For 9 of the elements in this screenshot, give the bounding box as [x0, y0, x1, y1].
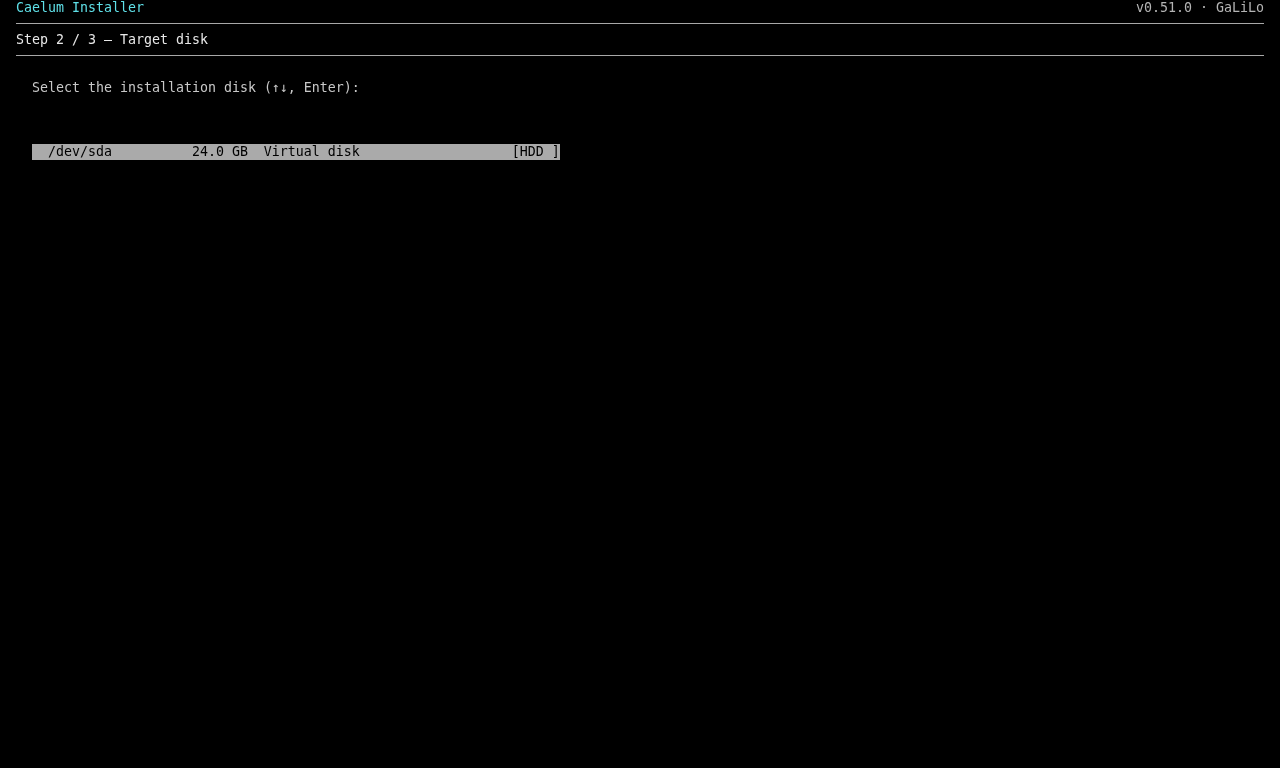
prompt-text: Select the installation disk (↑↓, Enter):	[32, 80, 360, 96]
app-title: Caelum Installer	[16, 0, 144, 16]
disk-list-item[interactable]: /dev/sda 24.0 GB Virtual disk [HDD ]	[32, 144, 560, 160]
step-title: Step 2 / 3 — Target disk	[16, 32, 209, 48]
disk-device: /dev/sda	[48, 144, 113, 160]
version-label: v0.51.0 · GaLiLo	[1136, 0, 1264, 16]
disk-description: Virtual disk	[263, 144, 361, 160]
disk-size: 24.0 GB	[191, 144, 249, 160]
disk-type-tag: [HDD ]	[511, 144, 560, 160]
